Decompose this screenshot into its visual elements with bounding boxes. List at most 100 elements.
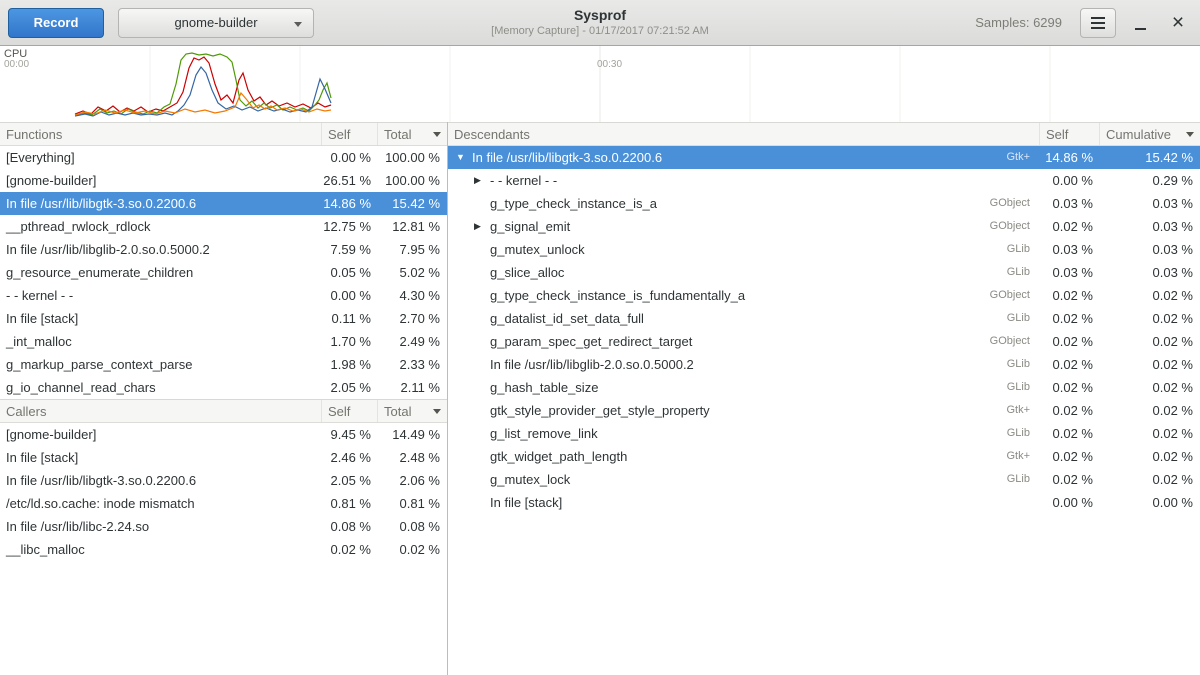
process-selector[interactable]: gnome-builder	[118, 8, 314, 38]
descendant-row[interactable]: g_mutex_unlock GLib 0.03 % 0.03 %	[448, 238, 1200, 261]
cumulative-percent: 0.02 %	[1100, 445, 1200, 468]
caller-row[interactable]: /etc/ld.so.cache: inode mismatch 0.81 % …	[0, 492, 447, 515]
self-percent: 0.02 %	[1040, 399, 1100, 422]
function-row[interactable]: In file [stack] 0.11 % 2.70 %	[0, 307, 447, 330]
expander-icon[interactable]: ▼	[456, 146, 472, 169]
descendant-name-cell: g_type_check_instance_is_a GObject	[448, 192, 1040, 215]
caller-row[interactable]: In file /usr/lib/libgtk-3.so.0.2200.6 2.…	[0, 469, 447, 492]
close-button[interactable]: ×	[1164, 8, 1192, 38]
column-functions[interactable]: Functions	[0, 123, 322, 145]
caller-row[interactable]: In file [stack] 2.46 % 2.48 %	[0, 446, 447, 469]
total-percent: 15.42 %	[378, 192, 447, 215]
descendant-row[interactable]: ▶ - - kernel - - 0.00 % 0.29 %	[448, 169, 1200, 192]
descendant-row[interactable]: g_type_check_instance_is_fundamentally_a…	[448, 284, 1200, 307]
main-content: Functions Self Total [Everything] 0.00 %…	[0, 122, 1200, 675]
descendant-row[interactable]: ▼ In file /usr/lib/libgtk-3.so.0.2200.6 …	[448, 146, 1200, 169]
total-percent: 12.81 %	[378, 215, 447, 238]
self-percent: 0.11 %	[322, 307, 378, 330]
library-badge: GObject	[990, 192, 1040, 215]
column-self[interactable]: Self	[322, 123, 378, 145]
descendant-name: g_mutex_lock	[490, 468, 570, 491]
descendant-row[interactable]: gtk_widget_path_length Gtk+ 0.02 % 0.02 …	[448, 445, 1200, 468]
function-name: In file /usr/lib/libgtk-3.so.0.2200.6	[0, 192, 322, 215]
total-percent: 4.30 %	[378, 284, 447, 307]
descendant-name-cell: In file [stack]	[448, 491, 1040, 514]
descendant-row[interactable]: g_param_spec_get_redirect_target GObject…	[448, 330, 1200, 353]
function-row[interactable]: [Everything] 0.00 % 100.00 %	[0, 146, 447, 169]
expander-icon[interactable]: ▶	[474, 215, 490, 238]
function-row[interactable]: [gnome-builder] 26.51 % 100.00 %	[0, 169, 447, 192]
function-row[interactable]: g_markup_parse_context_parse 1.98 % 2.33…	[0, 353, 447, 376]
self-percent: 0.02 %	[1040, 422, 1100, 445]
descendant-name-cell: ▼ In file /usr/lib/libgtk-3.so.0.2200.6 …	[448, 146, 1040, 169]
time-label-mid: 00:30	[597, 59, 622, 70]
chevron-down-icon	[294, 22, 302, 27]
descendant-row[interactable]: g_slice_alloc GLib 0.03 % 0.03 %	[448, 261, 1200, 284]
self-percent: 14.86 %	[322, 192, 378, 215]
column-total[interactable]: Total	[378, 123, 447, 145]
function-row[interactable]: In file /usr/lib/libgtk-3.so.0.2200.6 14…	[0, 192, 447, 215]
descendant-row[interactable]: g_mutex_lock GLib 0.02 % 0.02 %	[448, 468, 1200, 491]
hamburger-icon	[1091, 17, 1105, 29]
library-badge: GObject	[990, 215, 1040, 238]
library-badge: GLib	[1007, 468, 1040, 491]
caller-row[interactable]: [gnome-builder] 9.45 % 14.49 %	[0, 423, 447, 446]
function-row[interactable]: g_resource_enumerate_children 0.05 % 5.0…	[0, 261, 447, 284]
caller-row[interactable]: In file /usr/lib/libc-2.24.so 0.08 % 0.0…	[0, 515, 447, 538]
column-self[interactable]: Self	[322, 400, 378, 422]
function-row[interactable]: g_io_channel_read_chars 2.05 % 2.11 %	[0, 376, 447, 399]
headerbar-right: Samples: 6299 ×	[975, 8, 1192, 38]
cumulative-percent: 0.02 %	[1100, 284, 1200, 307]
function-name: In file /usr/lib/libglib-2.0.so.0.5000.2	[0, 238, 322, 261]
column-total[interactable]: Total	[378, 400, 447, 422]
total-percent: 0.08 %	[378, 515, 447, 538]
capture-subtitle: [Memory Capture] - 01/17/2017 07:21:52 A…	[300, 24, 900, 38]
descendant-row[interactable]: g_type_check_instance_is_a GObject 0.03 …	[448, 192, 1200, 215]
total-percent: 2.06 %	[378, 469, 447, 492]
process-selector-value: gnome-builder	[174, 15, 257, 30]
function-row[interactable]: _int_malloc 1.70 % 2.49 %	[0, 330, 447, 353]
column-label: Self	[1046, 127, 1068, 142]
self-percent: 2.46 %	[322, 446, 378, 469]
self-percent: 0.02 %	[1040, 445, 1100, 468]
descendant-name-cell: g_mutex_lock GLib	[448, 468, 1040, 491]
descendant-name-cell: g_list_remove_link GLib	[448, 422, 1040, 445]
function-row[interactable]: - - kernel - - 0.00 % 4.30 %	[0, 284, 447, 307]
descendant-name-cell: g_slice_alloc GLib	[448, 261, 1040, 284]
column-self[interactable]: Self	[1040, 123, 1100, 145]
expander-icon[interactable]: ▶	[474, 169, 490, 192]
caller-row[interactable]: __libc_malloc 0.02 % 0.02 %	[0, 538, 447, 561]
descendant-name-cell: In file /usr/lib/libglib-2.0.so.0.5000.2…	[448, 353, 1040, 376]
cpu-graph[interactable]: CPU 00:00 00:30	[0, 46, 1200, 122]
descendant-name: g_datalist_id_set_data_full	[490, 307, 644, 330]
self-percent: 0.02 %	[1040, 376, 1100, 399]
menu-button[interactable]	[1080, 8, 1116, 38]
descendant-row[interactable]: gtk_style_provider_get_style_property Gt…	[448, 399, 1200, 422]
column-descendants[interactable]: Descendants	[448, 123, 1040, 145]
self-percent: 0.81 %	[322, 492, 378, 515]
function-row[interactable]: __pthread_rwlock_rdlock 12.75 % 12.81 %	[0, 215, 447, 238]
descendant-row[interactable]: g_list_remove_link GLib 0.02 % 0.02 %	[448, 422, 1200, 445]
column-callers[interactable]: Callers	[0, 400, 322, 422]
self-percent: 0.02 %	[322, 538, 378, 561]
self-percent: 1.70 %	[322, 330, 378, 353]
function-name: [gnome-builder]	[0, 169, 322, 192]
record-button[interactable]: Record	[8, 8, 104, 38]
descendant-row[interactable]: In file [stack] 0.00 % 0.00 %	[448, 491, 1200, 514]
self-percent: 0.02 %	[1040, 468, 1100, 491]
column-cumulative[interactable]: Cumulative	[1100, 123, 1200, 145]
minimize-button[interactable]	[1126, 8, 1154, 38]
caller-name: /etc/ld.so.cache: inode mismatch	[0, 492, 322, 515]
total-percent: 100.00 %	[378, 146, 447, 169]
function-row[interactable]: In file /usr/lib/libglib-2.0.so.0.5000.2…	[0, 238, 447, 261]
self-percent: 0.08 %	[322, 515, 378, 538]
self-percent: 0.03 %	[1040, 192, 1100, 215]
descendant-row[interactable]: g_datalist_id_set_data_full GLib 0.02 % …	[448, 307, 1200, 330]
descendant-name: In file /usr/lib/libgtk-3.so.0.2200.6	[472, 146, 662, 169]
descendant-row[interactable]: In file /usr/lib/libglib-2.0.so.0.5000.2…	[448, 353, 1200, 376]
descendant-row[interactable]: ▶ g_signal_emit GObject 0.02 % 0.03 %	[448, 215, 1200, 238]
descendant-name-cell: gtk_widget_path_length Gtk+	[448, 445, 1040, 468]
library-badge: GLib	[1007, 238, 1040, 261]
column-label: Self	[328, 127, 350, 142]
descendant-row[interactable]: g_hash_table_size GLib 0.02 % 0.02 %	[448, 376, 1200, 399]
